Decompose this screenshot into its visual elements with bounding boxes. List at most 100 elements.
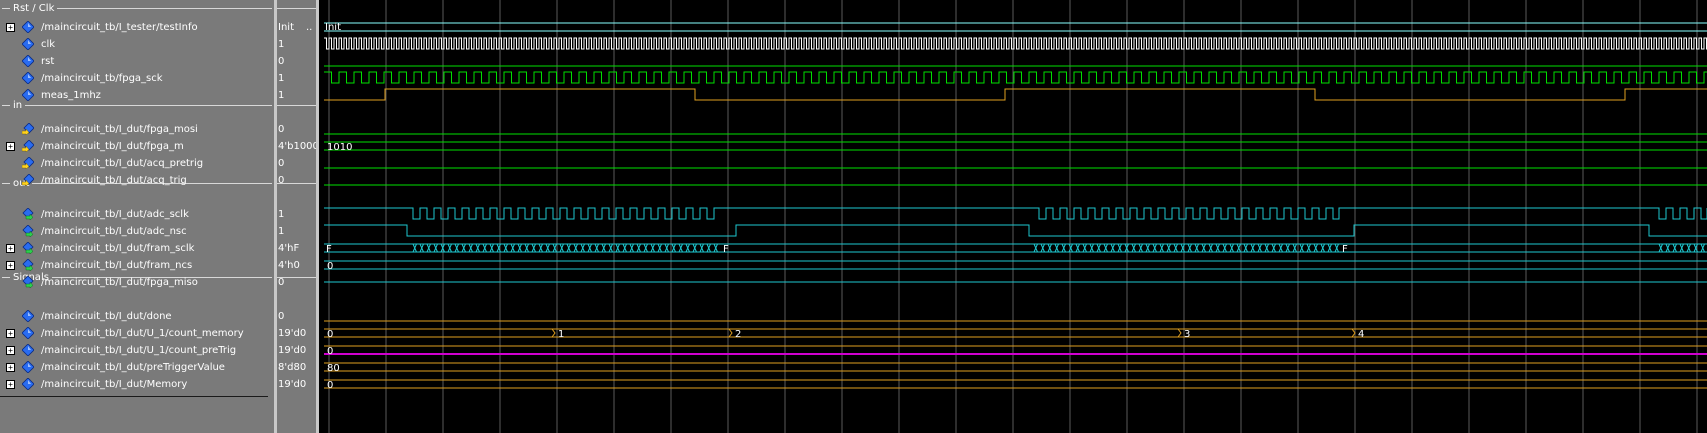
signal-value: 19'd0 [277, 342, 317, 359]
signal-row[interactable]: /maincircuit_tb/I_dut/done [0, 308, 274, 325]
wave-trace [324, 88, 1707, 101]
signal-name: /maincircuit_tb/I_dut/fram_sclk [41, 243, 195, 254]
bus-transition [545, 243, 550, 253]
bus-transition [1103, 243, 1108, 253]
signal-row[interactable]: /maincircuit_tb/I_dut/fpga_mosi [0, 121, 274, 138]
bus-transition [461, 243, 466, 253]
bus-transition [671, 243, 676, 253]
signal-row[interactable]: + /maincircuit_tb/I_dut/preTriggerValue [0, 359, 274, 376]
bus-transition [538, 243, 543, 253]
signal-name: rst [41, 56, 55, 67]
bus-transition [475, 243, 480, 253]
bus-transition [1306, 243, 1311, 253]
bus-transition [1334, 243, 1339, 253]
signal-value: 0 [277, 308, 317, 325]
signal-row[interactable]: + /maincircuit_tb/I_dut/fpga_m [0, 138, 274, 155]
bus-transition [1047, 243, 1052, 253]
signal-name: /maincircuit_tb/I_dut/Memory [41, 379, 188, 390]
bus-transition [1313, 243, 1318, 253]
bus-transition [524, 243, 529, 253]
wave-value-label: 1010 [327, 142, 352, 153]
bus-transition [566, 243, 571, 253]
signal-row[interactable]: + /maincircuit_tb/I_dut/fram_sclk [0, 240, 274, 257]
wave-value-label: F [723, 244, 729, 255]
bus-transition [1257, 243, 1262, 253]
signal-name: clk [41, 39, 56, 50]
bus-transition [1215, 243, 1220, 253]
bus-transition [622, 243, 627, 253]
bus-transition [713, 243, 718, 253]
signal-value: 19'd0 [277, 325, 317, 342]
signal-value: Init.. [277, 19, 317, 36]
bus-transition [1665, 243, 1670, 253]
signal-row[interactable]: + /maincircuit_tb/I_dut/fram_ncs [0, 257, 274, 274]
expand-plus-icon[interactable]: + [6, 244, 15, 253]
wave-trace [324, 71, 1707, 84]
signal-value: 1 [277, 206, 317, 223]
bus-transition [643, 243, 648, 253]
wave-trace [324, 37, 1707, 50]
wave-value-label: 3 [1184, 329, 1190, 340]
group-divider-rst-clk[interactable]: Rst / Clk [0, 0, 274, 17]
bus-transition [1040, 243, 1045, 253]
expand-plus-icon[interactable]: + [6, 346, 15, 355]
signal-value-text: 19'd0 [278, 328, 307, 339]
signal-name: /maincircuit_tb/I_dut/U_1/count_memory [41, 328, 244, 339]
waveform-canvas[interactable]: Init 1010 F F F 0 0 1 2 3 4 0 80 0 [319, 0, 1707, 433]
signal-row[interactable]: /maincircuit_tb/I_dut/fpga_miso [0, 274, 274, 291]
signal-row[interactable]: clk [0, 36, 274, 53]
signal-row[interactable]: rst [0, 53, 274, 70]
signal-name: /maincircuit_tb/I_dut/adc_sclk [41, 209, 189, 220]
signal-value-text: 4'b1000 [278, 141, 319, 152]
bus-transition [426, 243, 431, 253]
signal-value-text: 1 [278, 73, 285, 84]
signal-value: 0 [277, 155, 317, 172]
signal-value: 1 [277, 70, 317, 87]
bus-transition [1250, 243, 1255, 253]
bus-transition [454, 243, 459, 253]
signal-row[interactable]: + /maincircuit_tb/I_dut/Memory [0, 376, 274, 393]
expand-plus-icon[interactable]: + [6, 329, 15, 338]
signal-value-text: 0 [278, 56, 285, 67]
waveform-pane[interactable]: Init 1010 F F F 0 0 1 2 3 4 0 80 0 [319, 0, 1707, 433]
signal-value-text: 1 [278, 39, 285, 50]
signal-row[interactable]: + /maincircuit_tb/I_tester/testInfo [0, 19, 274, 36]
signal-value: 0 [277, 274, 317, 291]
signal-value-text: 0 [278, 311, 285, 322]
signal-row[interactable]: /maincircuit_tb/I_dut/adc_sclk [0, 206, 274, 223]
bus-transition [552, 243, 557, 253]
bus-transition [1658, 243, 1663, 253]
signal-value: 4'hF [277, 240, 317, 257]
signal-value-text: 1 [278, 90, 285, 101]
expand-plus-icon[interactable]: + [6, 380, 15, 389]
bus-transition [1292, 243, 1297, 253]
bus-transition [1131, 243, 1136, 253]
bus-transition [573, 243, 578, 253]
bus-transition [678, 243, 683, 253]
signal-name: meas_1mhz [41, 90, 101, 101]
expand-plus-icon[interactable]: + [6, 23, 15, 32]
signal-row[interactable]: /maincircuit_tb/I_dut/acq_pretrig [0, 155, 274, 172]
wave-value-label: 0 [327, 380, 333, 391]
signal-value-text: 0 [278, 277, 285, 288]
signal-name: /maincircuit_tb/I_dut/acq_pretrig [41, 158, 204, 169]
signal-row[interactable]: /maincircuit_tb/fpga_sck [0, 70, 274, 87]
signal-row[interactable]: meas_1mhz [0, 87, 274, 104]
signal-name: /maincircuit_tb/I_dut/preTriggerValue [41, 362, 225, 373]
bus-transition [419, 243, 424, 253]
bus-transition [1285, 243, 1290, 253]
bus-transition [1152, 243, 1157, 253]
signal-row[interactable]: + /maincircuit_tb/I_dut/U_1/count_memory [0, 325, 274, 342]
bus-transition [685, 243, 690, 253]
expand-plus-icon[interactable]: + [6, 142, 15, 151]
bus-transition [1096, 243, 1101, 253]
expand-plus-icon[interactable]: + [6, 261, 15, 270]
signal-row[interactable]: /maincircuit_tb/I_dut/adc_nsc [0, 223, 274, 240]
expand-plus-icon[interactable]: + [6, 363, 15, 372]
bus-transition [1243, 243, 1248, 253]
signal-row[interactable]: /maincircuit_tb/I_dut/acq_trig [0, 172, 274, 189]
signal-row[interactable]: + /maincircuit_tb/I_dut/U_1/count_preTrig [0, 342, 274, 359]
bus-transition [1229, 243, 1234, 253]
waveform-viewer: Rst / Clk in out Signals +/maincircuit_t… [0, 0, 1707, 433]
signal-value-text: Init [278, 22, 294, 33]
